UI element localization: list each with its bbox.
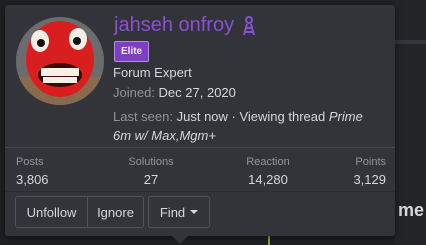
joined-label: Joined: xyxy=(113,85,155,100)
stat-points: Points 3,129 xyxy=(353,156,386,187)
stat-posts: Posts 3,806 xyxy=(16,156,49,187)
stat-label: Points xyxy=(355,156,386,168)
stat-value: 27 xyxy=(143,172,159,187)
last-seen-info: Last seen: Just now · Viewing thread Pri… xyxy=(113,107,383,145)
last-seen-label: Last seen: xyxy=(113,109,173,124)
stat-reaction: Reaction 14,280 xyxy=(238,156,298,187)
avatar[interactable] xyxy=(16,17,104,105)
background-heading: me xyxy=(398,200,425,220)
divider xyxy=(5,191,395,192)
avatar-image xyxy=(16,17,104,105)
joined-value: Dec 27, 2020 xyxy=(158,85,236,100)
follow-ignore-group: Unfollow Ignore xyxy=(15,196,144,228)
find-menu-button[interactable]: Find xyxy=(148,196,210,228)
stats-row: Posts 3,806 Solutions 27 Reaction 14,280… xyxy=(16,156,386,190)
username-link[interactable]: jahseh onfroy xyxy=(114,14,260,37)
tooltip-pointer xyxy=(172,236,188,244)
joined-info: Joined: Dec 27, 2020 xyxy=(113,85,236,100)
background-divider xyxy=(395,40,426,44)
ladder-badge-icon xyxy=(243,15,256,35)
stat-label: Posts xyxy=(16,156,44,168)
user-banner: Elite xyxy=(114,41,150,62)
user-title: Forum Expert xyxy=(113,65,192,80)
caret-down-icon xyxy=(190,210,199,214)
ignore-button[interactable]: Ignore xyxy=(88,196,144,228)
username-text[interactable]: jahseh onfroy xyxy=(114,14,234,37)
stat-value: 3,129 xyxy=(353,172,386,187)
member-tooltip-card: jahseh onfroy Elite Forum Expert Joined:… xyxy=(5,5,395,236)
stat-solutions: Solutions 27 xyxy=(121,156,181,187)
stat-value: 14,280 xyxy=(248,172,288,187)
last-seen-value: Just now · Viewing thread xyxy=(176,109,326,124)
unfollow-button[interactable]: Unfollow xyxy=(15,196,88,228)
stat-label: Reaction xyxy=(246,156,290,168)
stat-value: 3,806 xyxy=(16,172,49,187)
divider xyxy=(5,147,395,148)
find-label: Find xyxy=(159,204,186,220)
stat-label: Solutions xyxy=(128,156,174,168)
